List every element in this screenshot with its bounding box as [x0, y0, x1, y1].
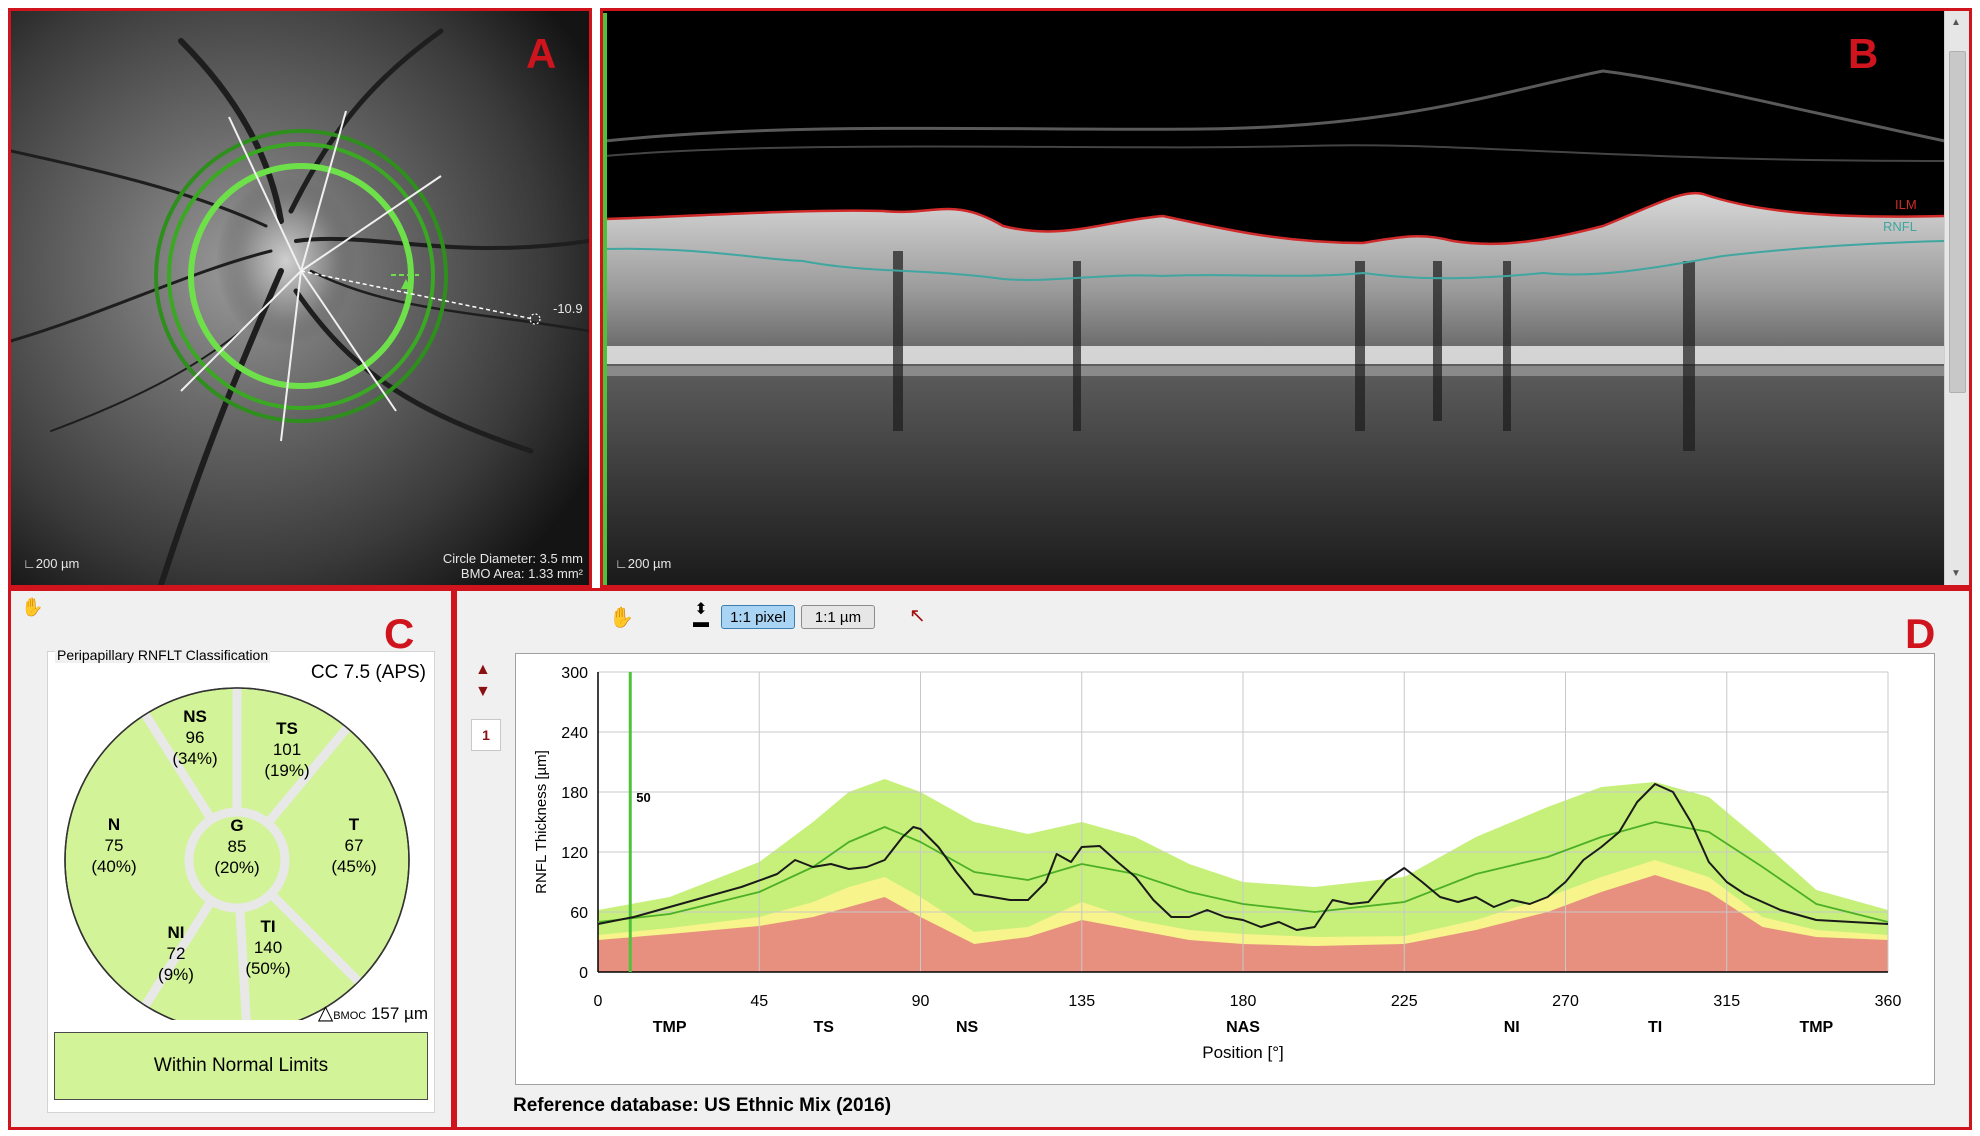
y-tick-label: 0: [579, 965, 588, 982]
x-tick-label: 315: [1713, 993, 1740, 1010]
y-tick-label: 300: [561, 665, 588, 682]
x-tick-label: 45: [750, 993, 768, 1010]
fit-height-icon[interactable]: ⬍ ▬: [693, 602, 709, 631]
sector-g-value: 85: [227, 837, 247, 856]
classification-box: CC 7.5 (APS) NS 96 (34%) TS 101 (19%) N …: [47, 651, 435, 1113]
bmoc-delta-icon: △: [317, 1002, 334, 1024]
sector-ns-pct: (34%): [172, 749, 218, 768]
sector-n-pct: (40%): [91, 857, 137, 876]
panel-a-letter: A: [526, 30, 557, 77]
sector-ni-pct: (9%): [158, 965, 194, 984]
scroll-down-icon[interactable]: ▼: [1951, 568, 1961, 579]
sector-n-value: 75: [104, 836, 124, 855]
y-tick-label: 180: [561, 785, 588, 802]
sector-g: G 85 (20%): [197, 815, 277, 878]
classification-result: Within Normal Limits: [54, 1032, 428, 1100]
reference-database: Reference database: US Ethnic Mix (2016): [513, 1095, 892, 1116]
sector-t-value: 67: [344, 836, 364, 855]
scroll-up-arrow-icon[interactable]: ▲: [475, 661, 491, 679]
sector-g-name: G: [230, 816, 244, 835]
scale-bar-b: ∟200 µm: [615, 556, 671, 571]
x-tick-label: 135: [1068, 993, 1095, 1010]
scale-bar-icon: ∟: [23, 556, 36, 571]
sector-g-pct: (20%): [214, 858, 260, 877]
x-tick-label: 90: [912, 993, 930, 1010]
y-tick-label: 60: [570, 905, 588, 922]
sector-ns-name: NS: [183, 707, 207, 726]
sector-ns: NS 96 (34%): [150, 706, 240, 769]
hand-icon[interactable]: ✋: [609, 605, 634, 630]
sector-t: T 67 (45%): [314, 814, 394, 877]
sector-ti: TI 140 (50%): [228, 916, 308, 979]
bmoc-value: 157 µm: [370, 1004, 428, 1023]
hand-icon[interactable]: ✋: [21, 597, 43, 618]
circle-diameter: Circle Diameter: 3.5 mm: [442, 551, 583, 566]
x-tick-label: 0: [594, 993, 603, 1010]
x-tick-label: 180: [1230, 993, 1257, 1010]
x-tick-label: 225: [1391, 993, 1418, 1010]
sector-axis-label: TS: [814, 1019, 835, 1036]
y-tick-label: 120: [561, 845, 588, 862]
y-axis-title: RNFL Thickness [µm]: [533, 750, 550, 894]
panel-c-classification: ✋ C Peripapillary RNFLT Classification C…: [8, 588, 454, 1130]
sector-axis-label: TMP: [1799, 1019, 1833, 1036]
sector-ti-pct: (50%): [245, 959, 291, 978]
sector-n: N 75 (40%): [74, 814, 154, 877]
vertical-scrollbar[interactable]: ▲ ▼: [1944, 11, 1969, 585]
rnfl-label: RNFL: [1883, 219, 1917, 234]
sector-t-name: T: [348, 815, 360, 834]
sector-axis-label: NAS: [1226, 1019, 1260, 1036]
ilm-label: ILM: [1895, 197, 1917, 212]
panel-d-letter: D: [1905, 610, 1936, 657]
fundus-image: [11, 11, 589, 585]
sector-ti-value: 140: [253, 938, 283, 957]
sector-axis-label: TMP: [653, 1019, 687, 1036]
scale-label-a: 200 µm: [35, 556, 80, 571]
sector-axis-label: NS: [956, 1019, 979, 1036]
sector-ts-value: 101: [272, 740, 302, 759]
scroll-up-icon[interactable]: ▲: [1951, 17, 1961, 28]
sector-axis-label: NI: [1504, 1019, 1520, 1036]
x-axis-title: Position [°]: [1202, 1043, 1283, 1062]
oct-bscan-image: [603, 11, 1945, 585]
panel-a-fundus-image: A -10.9 ∟200 µm Circle Diameter: 3.5 mm …: [8, 8, 592, 588]
bmo-area: BMO Area: 1.33 mm²: [460, 566, 583, 581]
scale-bar-icon: ∟: [615, 556, 628, 571]
page-badge[interactable]: 1: [471, 719, 501, 751]
panel-c-letter: C: [384, 610, 415, 657]
sector-ts: TS 101 (19%): [242, 718, 332, 781]
rnfl-thickness-chart: 0 45 90 135 180 225 270 315 360 0 60 120 180 240 300 TM…: [515, 653, 1935, 1085]
sector-ts-name: TS: [276, 719, 298, 738]
scroll-down-arrow-icon[interactable]: ▼: [475, 683, 491, 701]
sector-ts-pct: (19%): [264, 761, 310, 780]
panel-b-oct-scan: B ILM RNFL ∟200 µm ▲ ▼: [600, 8, 1972, 588]
scroll-thumb[interactable]: [1949, 51, 1966, 393]
sector-t-pct: (45%): [331, 857, 377, 876]
bmoc-readout: △BMOC 157 µm: [318, 1000, 428, 1025]
pixel-scale-button[interactable]: 1:1 pixel: [721, 605, 795, 629]
um-scale-button[interactable]: 1:1 µm: [801, 605, 875, 629]
sector-axis-label: TI: [1648, 1019, 1662, 1036]
fundus-info: Circle Diameter: 3.5 mm BMO Area: 1.33 m…: [443, 551, 583, 581]
classification-title: Peripapillary RNFLT Classification: [55, 647, 271, 663]
x-tick-label: 360: [1875, 993, 1902, 1010]
pointer-icon[interactable]: ↖: [909, 603, 926, 628]
scale-bar-a: ∟200 µm: [23, 556, 79, 571]
scale-label-b: 200 µm: [627, 556, 672, 571]
panel-b-letter: B: [1848, 30, 1879, 77]
position-marker-label: 50: [636, 790, 650, 805]
sector-ni-name: NI: [167, 923, 185, 942]
offset-value: -10.9: [553, 301, 583, 316]
x-tick-label: 270: [1552, 993, 1579, 1010]
sector-ns-value: 96: [185, 728, 205, 747]
sector-n-name: N: [107, 815, 121, 834]
bmoc-label: BMOC: [333, 1010, 367, 1022]
sector-ti-name: TI: [260, 917, 276, 936]
sector-ni: NI 72 (9%): [136, 922, 216, 985]
sector-ni-value: 72: [166, 944, 186, 963]
panel-d-rnfl-chart: ✋ ⬍ ▬ 1:1 pixel 1:1 µm ↖ D ▲ ▼ 1 0 45 90 135…: [454, 588, 1972, 1130]
y-tick-label: 240: [561, 725, 588, 742]
